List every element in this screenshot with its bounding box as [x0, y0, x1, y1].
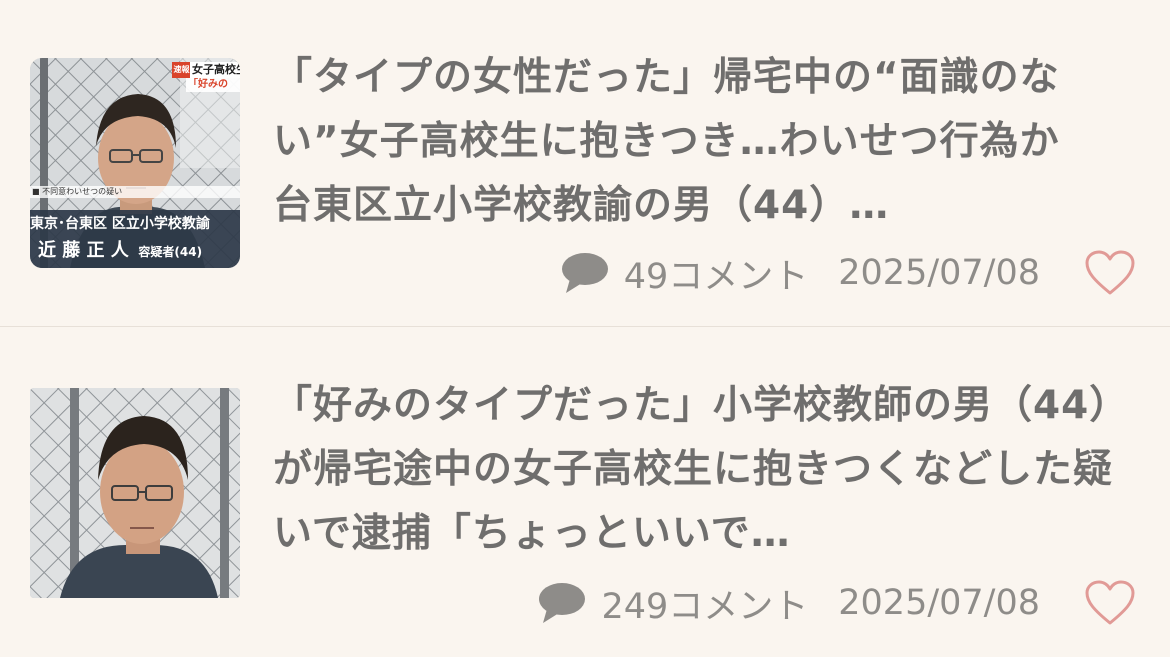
thumbnail-headline: 女子高校生: [192, 63, 240, 76]
thumbnail-badge: 速報: [173, 65, 190, 74]
article-thumbnail[interactable]: 速報 女子高校生 「好みの ■ 不同意わいせつの疑い 東京･台東区 区立小学校教…: [30, 58, 240, 268]
article-title[interactable]: 「好みのタイプだった」小学校教師の男（44）が帰宅途中の女子高校生に抱きつくなど…: [273, 374, 1133, 566]
article-meta: 249コメント 2025/07/08: [537, 578, 1170, 628]
article-item[interactable]: 「好みのタイプだった」小学校教師の男（44）が帰宅途中の女子高校生に抱きつくなど…: [0, 328, 1170, 657]
comment-count[interactable]: 249コメント: [601, 578, 808, 629]
article-date: 2025/07/08: [838, 583, 1040, 623]
comment-count[interactable]: 49コメント: [624, 248, 809, 299]
thumbnail-caption-name-row: 近 藤 正 人 容疑者(44): [38, 238, 240, 265]
thumbnail-caption-line1: 東京･台東区 区立小学校教諭: [30, 216, 210, 232]
article-title[interactable]: 「タイプの女性だった」帰宅中の“面識のない”女子高校生に抱きつき…わいせつ行為か…: [273, 46, 1133, 238]
article-feed: 速報 女子高校生 「好みの ■ 不同意わいせつの疑い 東京･台東区 区立小学校教…: [0, 0, 1170, 657]
heart-icon[interactable]: [1084, 250, 1136, 296]
heart-icon[interactable]: [1084, 580, 1136, 626]
article-meta: 49コメント 2025/07/08: [560, 248, 1170, 298]
thumbnail-ticker: ■ 不同意わいせつの疑い: [32, 187, 123, 196]
article-date: 2025/07/08: [838, 253, 1040, 293]
thumbnail-caption-name: 近 藤 正 人: [38, 240, 129, 261]
article-item[interactable]: 速報 女子高校生 「好みの ■ 不同意わいせつの疑い 東京･台東区 区立小学校教…: [0, 0, 1170, 327]
thumbnail-subheadline: 「好みの: [188, 79, 228, 90]
article-thumbnail[interactable]: [30, 388, 240, 598]
comment-icon: [539, 583, 586, 623]
thumbnail-caption-suffix: 容疑者(44): [138, 245, 203, 259]
comment-icon: [561, 253, 608, 293]
